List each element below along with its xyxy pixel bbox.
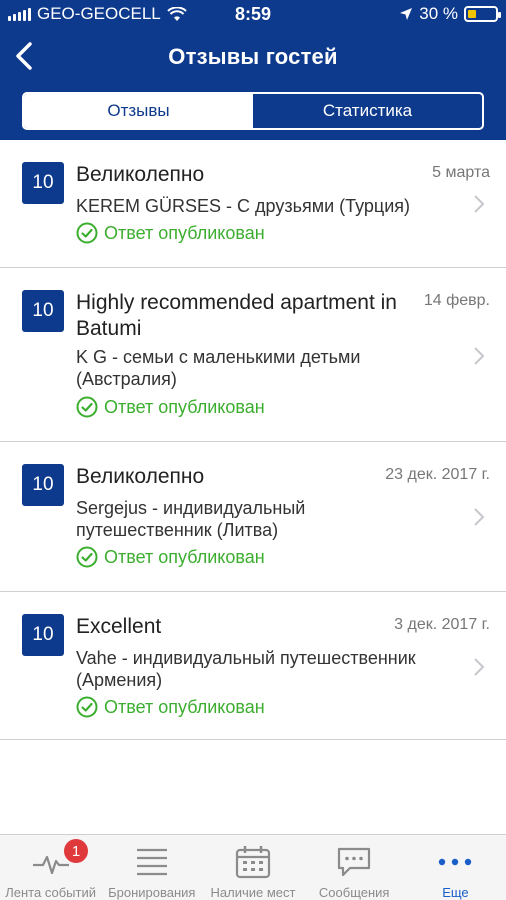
check-circle-icon <box>76 222 98 244</box>
review-title: Великолепно <box>76 465 205 488</box>
review-author: K G - семьи с маленькими детьми (Австрал… <box>76 347 361 389</box>
review-row[interactable]: 10 Великолепно 23 дек. 2017 г. Sergejus … <box>0 442 506 592</box>
reply-status-label: Ответ опубликован <box>104 396 265 417</box>
review-title: Великолепно <box>76 163 205 186</box>
notification-badge: 1 <box>64 839 88 863</box>
check-circle-icon <box>76 696 98 718</box>
reply-status-label: Ответ опубликован <box>104 546 265 567</box>
chevron-right-icon <box>474 195 485 213</box>
tab-availability[interactable]: Наличие мест <box>202 835 303 900</box>
list-icon <box>136 848 167 876</box>
reply-status: Ответ опубликован <box>76 546 265 568</box>
tab-more[interactable]: Еще <box>405 835 506 900</box>
location-arrow-icon <box>400 8 413 20</box>
score-badge: 10 <box>22 464 64 506</box>
review-row[interactable]: 10 Excellent 3 дек. 2017 г. Vahe - индив… <box>0 592 506 740</box>
battery-percent: 30 % <box>419 4 458 23</box>
review-author: Vahe - индивидуальный путешественник (Ар… <box>76 648 416 690</box>
battery-icon <box>464 6 501 22</box>
segmented-control: Отзывы Статистика <box>22 92 484 130</box>
check-circle-icon <box>76 396 98 418</box>
app-header: GEO-GEOCELL 8:59 30 % Отзывы гостей Отзы… <box>0 0 506 140</box>
tab-label: Сообщения <box>318 885 390 900</box>
calendar-icon <box>235 846 271 879</box>
score-badge: 10 <box>22 290 64 332</box>
review-author: KEREM GÜRSES - С друзьями (Турция) <box>76 196 411 216</box>
tab-label: Лента событий <box>5 885 96 900</box>
tab-statistics[interactable]: Статистика <box>253 94 482 128</box>
chevron-right-icon <box>474 508 485 526</box>
more-icon <box>439 858 472 866</box>
tab-activity-feed[interactable]: 1 Лента событий <box>0 835 101 900</box>
review-title: Excellent <box>76 615 162 638</box>
reply-status-label: Ответ опубликован <box>104 222 265 243</box>
tab-reviews[interactable]: Отзывы <box>24 94 253 128</box>
review-date: 3 дек. 2017 г. <box>394 616 490 633</box>
review-date: 14 февр. <box>423 292 490 309</box>
reply-status: Ответ опубликован <box>76 696 265 718</box>
tab-label: Еще <box>442 885 469 900</box>
score-badge: 10 <box>22 614 64 656</box>
page-title: Отзывы гостей <box>168 44 338 69</box>
tab-messages[interactable]: Сообщения <box>304 835 405 900</box>
score-badge: 10 <box>22 162 64 204</box>
chat-icon <box>338 847 371 877</box>
reply-status: Ответ опубликован <box>76 396 265 418</box>
reply-status: Ответ опубликован <box>76 222 265 244</box>
reviews-list: 10 Великолепно 5 марта KEREM GÜRSES - С … <box>0 140 506 740</box>
tab-label: Бронирования <box>108 885 196 900</box>
review-row[interactable]: 10 Highly recommended apartment in Batum… <box>0 268 506 442</box>
check-circle-icon <box>76 546 98 568</box>
reply-status-label: Ответ опубликован <box>104 696 265 717</box>
status-bar: GEO-GEOCELL 8:59 30 % <box>0 0 506 30</box>
bottom-tab-bar: 1 Лента событий Бронирования Наличие мес… <box>0 834 506 900</box>
chevron-right-icon <box>474 347 485 365</box>
review-date: 5 марта <box>432 164 490 181</box>
chevron-right-icon <box>474 658 485 676</box>
review-author: Sergejus - индивидуальный путешественник… <box>76 498 306 540</box>
tab-bookings[interactable]: Бронирования <box>101 835 202 900</box>
review-row[interactable]: 10 Великолепно 5 марта KEREM GÜRSES - С … <box>0 140 506 268</box>
review-title: Highly recommended apartment in Batumi <box>76 291 397 340</box>
tab-label: Наличие мест <box>210 885 296 900</box>
review-date: 23 дек. 2017 г. <box>385 466 490 483</box>
